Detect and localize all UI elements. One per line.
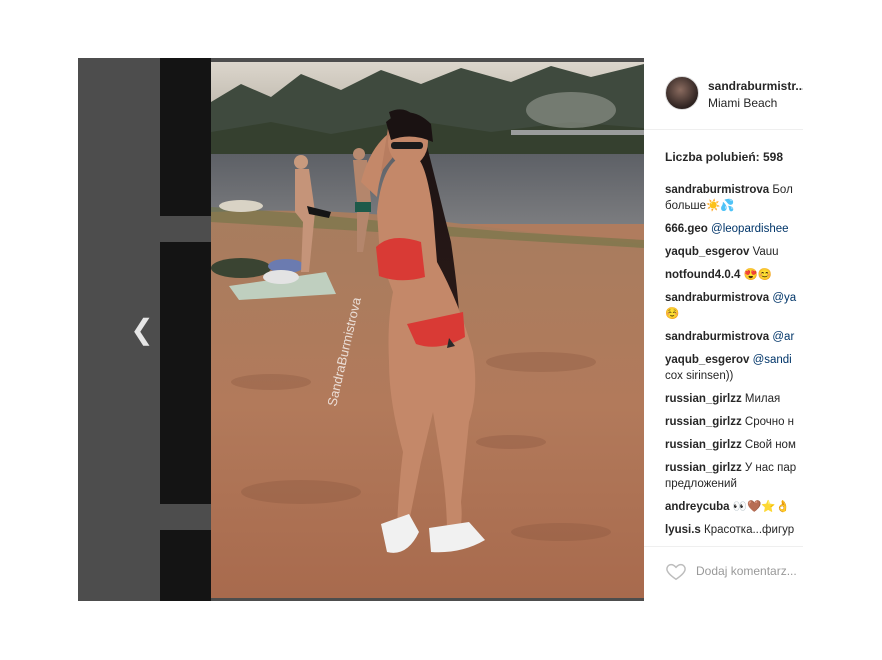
- avatar[interactable]: [665, 76, 699, 110]
- post-viewer: ❮ SandraBurmistrova sandraburmistr... Mi…: [78, 58, 803, 601]
- comment-item: sandraburmistrova @ya ☺️: [665, 290, 803, 322]
- previous-post-arrow-icon[interactable]: ❮: [130, 314, 154, 345]
- comment-item: lyusi.s Красотка...фигур: [665, 522, 803, 538]
- post-photo: SandraBurmistrova: [211, 62, 644, 598]
- comment-username[interactable]: russian_girlzz: [665, 439, 742, 451]
- background-thumbnail: [160, 242, 211, 504]
- post-username[interactable]: sandraburmistr...: [708, 79, 803, 93]
- comment-text: больше☀️💦: [665, 200, 735, 212]
- post-header: sandraburmistr... Miami Beach: [644, 58, 803, 130]
- comment-text: Vauu: [749, 246, 779, 258]
- comment-text: Красотка...фигур: [700, 524, 795, 536]
- comment-text: Срочно н: [741, 416, 795, 428]
- comment-username[interactable]: russian_girlzz: [665, 416, 742, 428]
- comment-item: yaqub_esgerov @sandi cox sirinsen)): [665, 352, 803, 384]
- comment-mention[interactable]: @sandi: [749, 354, 792, 366]
- background-thumbnail: [160, 530, 211, 601]
- comment-item: russian_girlzz У нас пар предложений: [665, 460, 803, 492]
- comment-username[interactable]: yaqub_esgerov: [665, 354, 749, 366]
- likes-count[interactable]: Liczba polubień: 598: [665, 150, 783, 164]
- comment-text: Свой ном: [741, 439, 796, 451]
- comment-username[interactable]: andreycuba: [665, 501, 730, 513]
- comment-username[interactable]: notfound4.0.4: [665, 269, 740, 281]
- comment-text: предложений: [665, 478, 737, 490]
- comment-username[interactable]: sandraburmistrova: [665, 184, 769, 196]
- comment-mention[interactable]: @leopardishee: [708, 223, 789, 235]
- comment-username[interactable]: sandraburmistrova: [665, 331, 769, 343]
- heart-icon[interactable]: [665, 560, 687, 582]
- beach-photo-illustration: SandraBurmistrova: [211, 62, 644, 598]
- comment-text: Милая: [741, 393, 781, 405]
- comment-mention[interactable]: @ya: [769, 292, 796, 304]
- comment-mention[interactable]: @ar: [769, 331, 794, 343]
- comment-text: ☺️: [665, 308, 680, 320]
- comment-username[interactable]: sandraburmistrova: [665, 292, 769, 304]
- comment-text: cox sirinsen)): [665, 370, 734, 382]
- comment-item: russian_girlzz Срочно н: [665, 414, 803, 430]
- comment-item: andreycuba 👀🤎⭐👌: [665, 499, 803, 515]
- add-comment-input[interactable]: [696, 560, 803, 582]
- comment-item: russian_girlzz Свой ном: [665, 437, 803, 453]
- comment-item: notfound4.0.4 😍😊: [665, 267, 803, 283]
- comment-item: sandraburmistrova @ar: [665, 329, 803, 345]
- comment-username[interactable]: 666.geo: [665, 223, 708, 235]
- comment-username[interactable]: russian_girlzz: [665, 393, 742, 405]
- comment-text: Бол: [769, 184, 793, 196]
- comment-item: sandraburmistrova Бол больше☀️💦: [665, 182, 803, 214]
- comment-footer: [644, 546, 803, 601]
- comment-text: У нас пар: [741, 462, 797, 474]
- comment-item: russian_girlzz Милая: [665, 391, 803, 407]
- comment-text: 👀🤎⭐👌: [729, 501, 791, 513]
- comment-username[interactable]: lyusi.s: [665, 524, 701, 536]
- comment-username[interactable]: yaqub_esgerov: [665, 246, 749, 258]
- comment-text: 😍😊: [740, 269, 773, 281]
- post-location[interactable]: Miami Beach: [708, 96, 777, 110]
- comment-item: yaqub_esgerov Vauu: [665, 244, 803, 260]
- comment-username[interactable]: russian_girlzz: [665, 462, 742, 474]
- background-thumbnail: [160, 58, 211, 216]
- post-side-panel: sandraburmistr... Miami Beach Liczba pol…: [644, 58, 803, 601]
- comment-item: 666.geo @leopardishee: [665, 221, 803, 237]
